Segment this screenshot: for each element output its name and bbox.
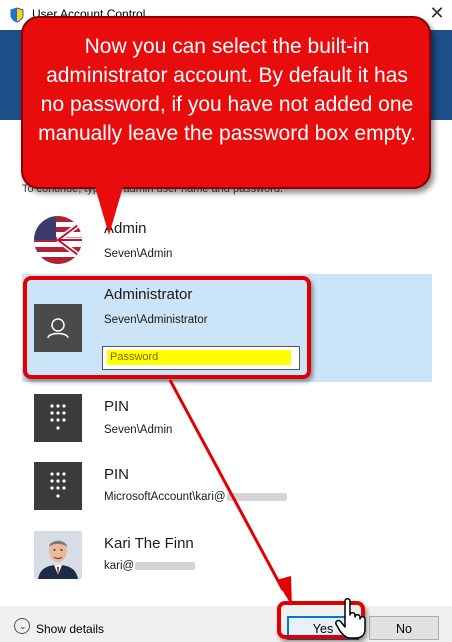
- callout-text: Now you can select the built-in administ…: [38, 35, 416, 145]
- account-domain: Seven\Admin: [104, 424, 173, 436]
- callout-bubble: Now you can select the built-in administ…: [21, 16, 431, 189]
- account-kari[interactable]: Kari The Finn kari@: [22, 527, 432, 587]
- keypad-icon: [34, 394, 82, 442]
- no-button[interactable]: No: [369, 616, 439, 640]
- highlight-administrator: [23, 276, 311, 379]
- show-details-link[interactable]: Show details: [36, 622, 104, 636]
- chevron-down-icon[interactable]: ⌄: [14, 618, 30, 634]
- account-pin-microsoft[interactable]: PIN MicrosoftAccount\kari@: [22, 458, 432, 518]
- account-domain: Seven\Admin: [104, 248, 173, 260]
- uac-shield-icon: [10, 7, 24, 23]
- account-pin-local[interactable]: PIN Seven\Admin: [22, 390, 432, 450]
- account-email-text: kari@: [104, 560, 135, 572]
- flag-avatar-icon: [34, 216, 82, 264]
- keypad-icon: [34, 462, 82, 510]
- close-icon[interactable]: ✕: [425, 3, 449, 24]
- account-email-text: MicrosoftAccount\kari@: [104, 491, 226, 503]
- account-name: PIN: [104, 398, 130, 415]
- dialog-footer: ⌄ Show details Yes No: [0, 606, 452, 642]
- redacted-block: [226, 492, 287, 501]
- person-photo-icon: [34, 531, 82, 579]
- account-admin[interactable]: Admin Seven\Admin: [22, 210, 432, 270]
- account-name: Kari The Finn: [104, 535, 194, 552]
- account-email: kari@: [104, 560, 196, 572]
- account-name: PIN: [104, 466, 130, 483]
- callout-tail: [95, 187, 123, 235]
- account-email: MicrosoftAccount\kari@: [104, 491, 287, 503]
- hand-cursor-icon: [335, 598, 366, 639]
- redacted-block: [135, 561, 196, 570]
